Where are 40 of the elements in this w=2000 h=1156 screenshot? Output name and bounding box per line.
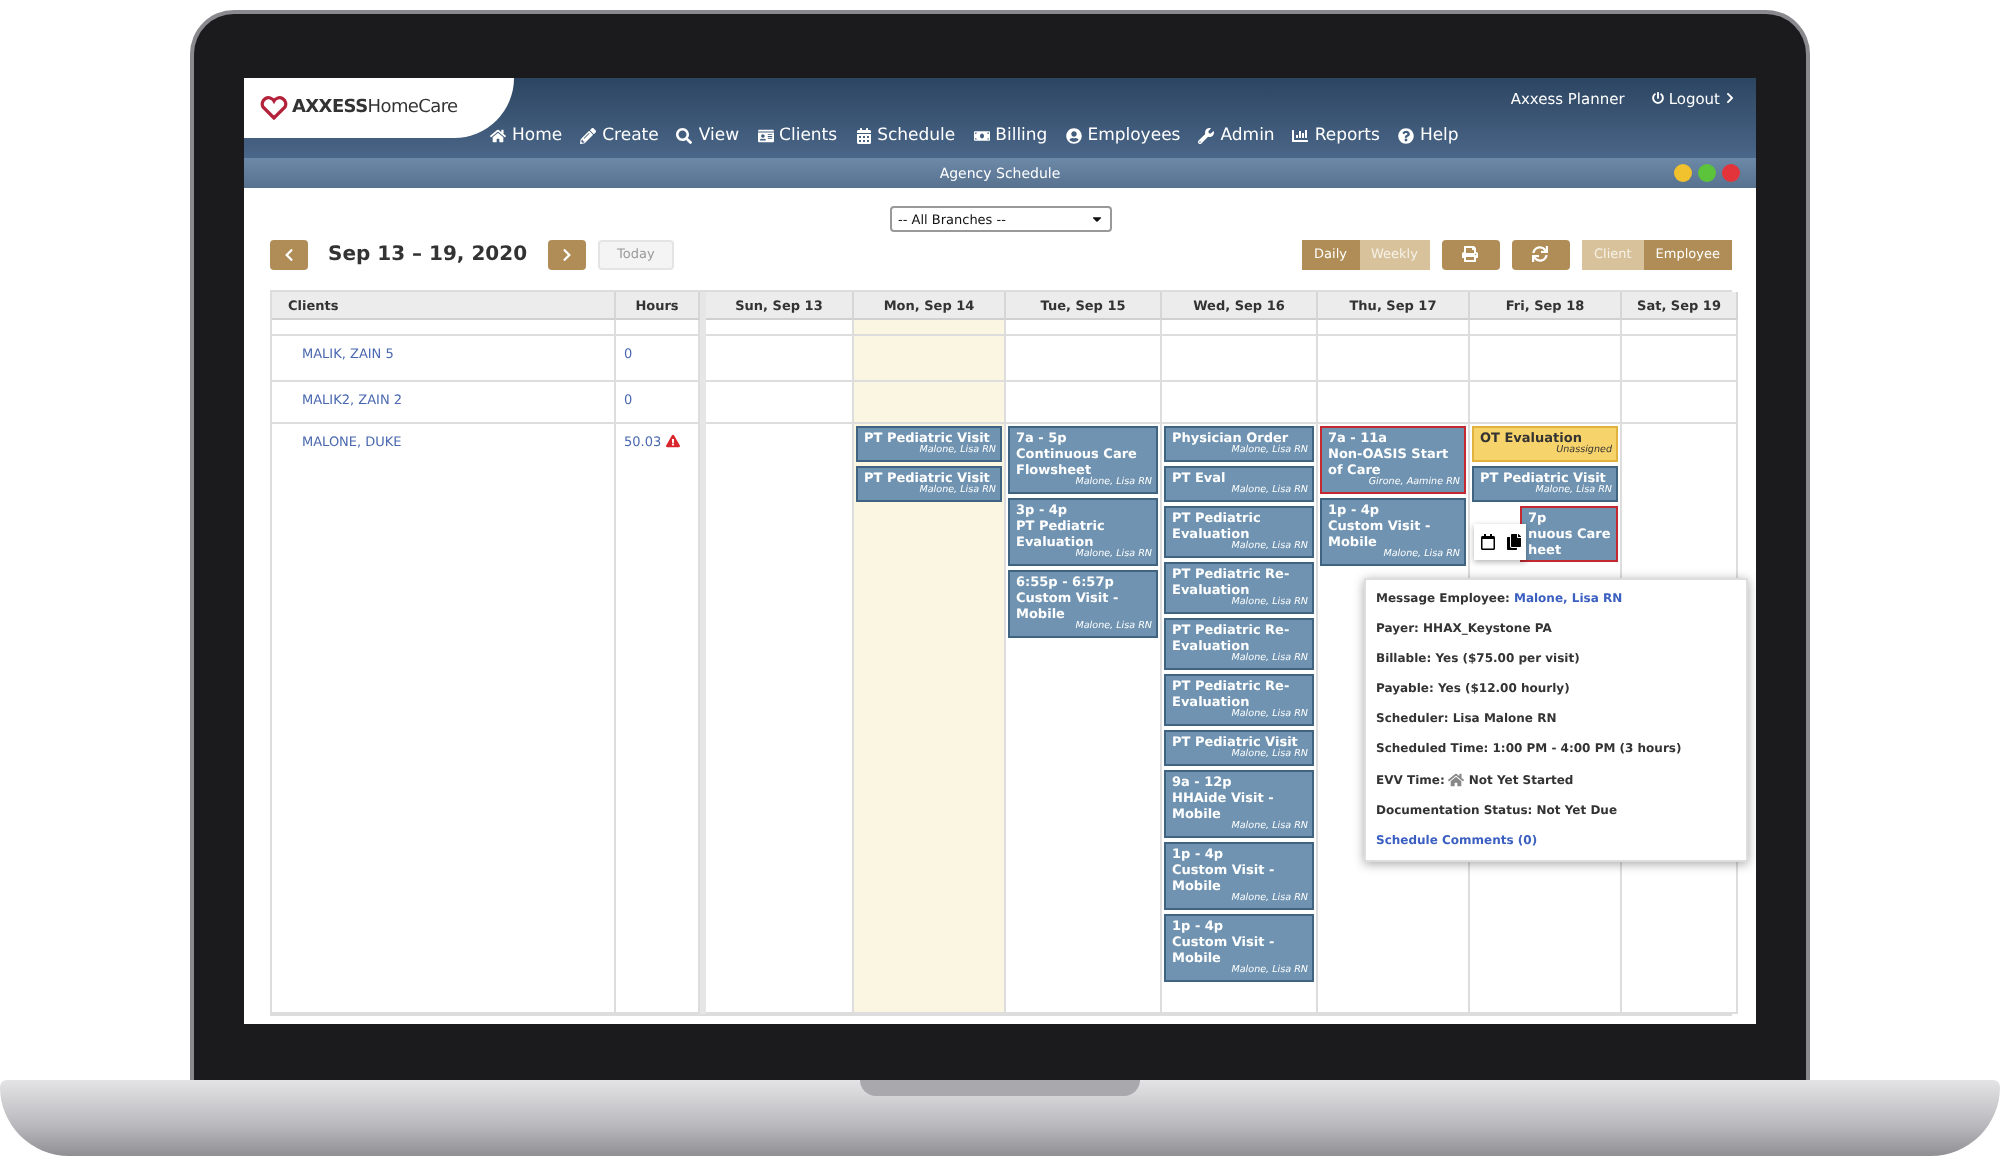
minimize-button[interactable] <box>1674 164 1692 182</box>
chevron-right-icon <box>559 247 574 261</box>
heart-logo-icon <box>260 96 288 120</box>
bar-chart-icon <box>1292 128 1309 144</box>
nav-link[interactable]: Billing <box>973 126 1048 146</box>
nav-link[interactable]: Clients <box>757 126 838 146</box>
maximize-button[interactable] <box>1698 164 1716 182</box>
bill-icon <box>973 128 990 144</box>
pencil-icon <box>580 128 597 144</box>
printer-icon <box>1462 246 1479 262</box>
previous-button[interactable] <box>270 239 308 269</box>
logo-text: AXXESSHomeCare <box>292 98 458 118</box>
copy-icon[interactable] <box>1505 534 1521 550</box>
chevron-left-icon <box>282 247 296 261</box>
next-button[interactable] <box>547 239 586 269</box>
calendar-icon[interactable] <box>1479 534 1495 550</box>
refresh-button[interactable] <box>1511 239 1570 269</box>
warning-icon <box>665 434 680 448</box>
nav-link[interactable]: Reports <box>1292 126 1380 146</box>
chevron-icon <box>1724 92 1736 104</box>
print-button[interactable] <box>1441 239 1500 269</box>
nav-link[interactable]: Employees <box>1065 126 1181 146</box>
wrench-icon <box>1198 128 1215 144</box>
nav-link[interactable]: Create <box>580 126 659 146</box>
nav-link[interactable]: Help <box>1397 126 1459 146</box>
nav-link[interactable]: Schedule <box>855 126 956 146</box>
search-icon <box>676 128 693 144</box>
nav-link[interactable]: View <box>676 126 740 146</box>
calendar-icon <box>855 128 872 144</box>
nav-link[interactable]: Home <box>490 126 563 146</box>
user-icon <box>1065 128 1082 144</box>
caret-icon <box>1090 212 1104 226</box>
refresh-icon <box>1532 246 1549 262</box>
home-icon <box>490 128 506 144</box>
help-icon <box>1397 128 1414 144</box>
id-card-icon <box>757 128 774 144</box>
power-icon <box>1652 92 1665 104</box>
house-icon <box>1448 772 1465 788</box>
nav-link[interactable]: Admin <box>1198 126 1275 146</box>
date-range: Sep 13 – 19, 2020 <box>328 243 528 265</box>
